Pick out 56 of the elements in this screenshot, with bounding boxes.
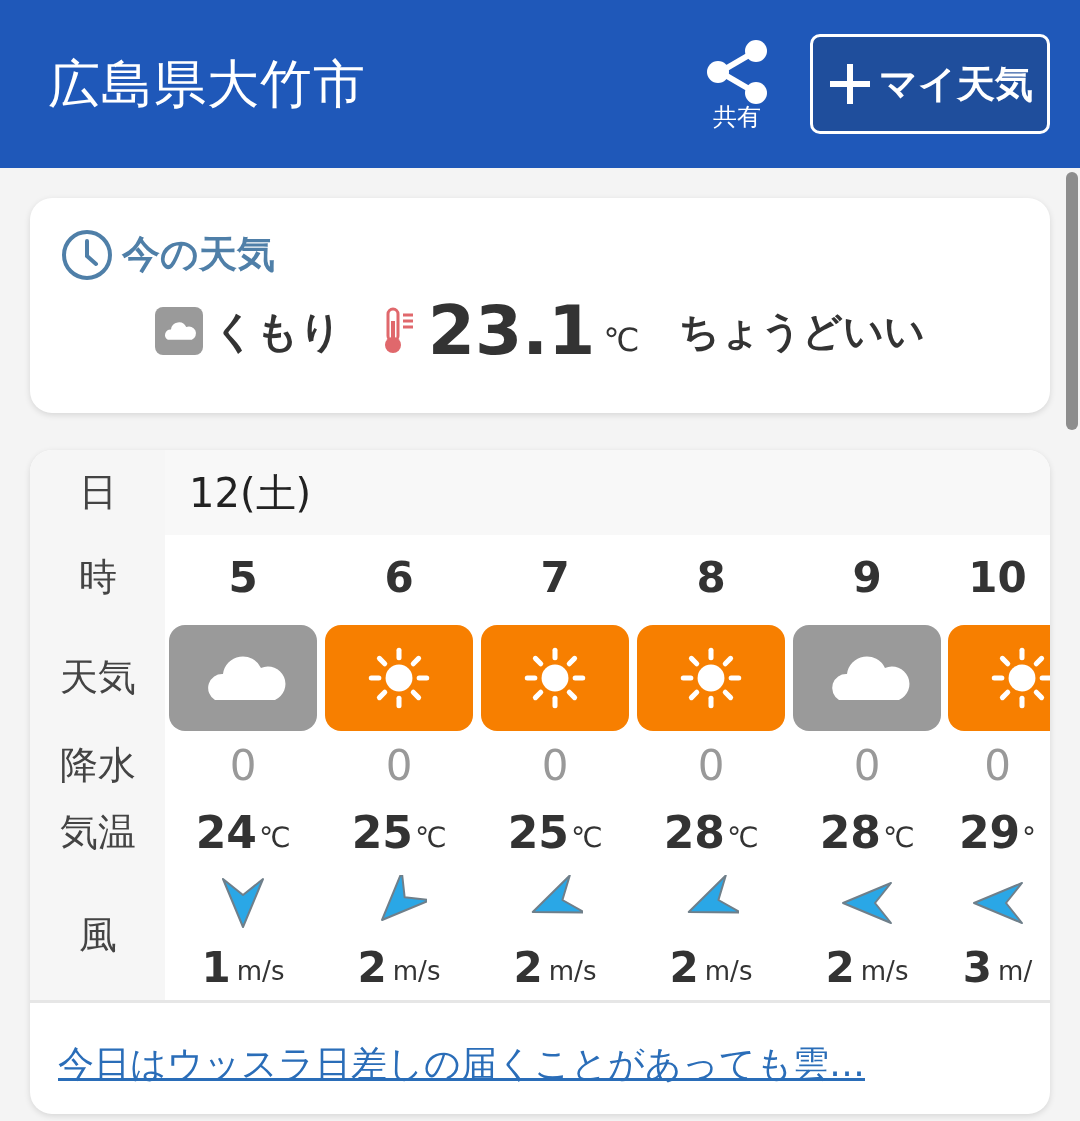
temperature-unit: ℃ xyxy=(726,819,759,856)
precipitation-value: 0 xyxy=(984,739,1011,792)
hour-label: 9 xyxy=(852,552,882,604)
temperature-unit: ° xyxy=(1022,819,1037,856)
page-title: 広島県大竹市 xyxy=(48,53,366,116)
precipitation-value: 0 xyxy=(853,739,881,792)
hour-label: 8 xyxy=(696,552,726,604)
row-label: 天気 xyxy=(58,654,137,701)
add-my-weather-button[interactable]: マイ天気 xyxy=(810,34,1050,134)
temperature-unit: ℃ xyxy=(414,819,447,856)
share-icon xyxy=(704,39,770,105)
wind-speed-unit: m/s xyxy=(704,955,753,988)
wind-speed-value: 1 xyxy=(201,942,231,994)
temperature-value: 28 xyxy=(819,805,881,860)
comfort-comment: ちょうどいい xyxy=(679,307,926,356)
row-label: 時 xyxy=(77,554,118,601)
temperature-unit: ℃ xyxy=(570,819,603,856)
wind-speed-unit: m/s xyxy=(392,955,441,988)
wind-speed-unit: m/s xyxy=(236,955,285,988)
precipitation-value: 0 xyxy=(541,739,569,792)
precipitation-value: 0 xyxy=(385,739,413,792)
wind-speed-value: 3 xyxy=(962,942,993,994)
wind-speed-value: 2 xyxy=(513,942,543,994)
temperature-unit: ℃ xyxy=(882,819,915,856)
scrollbar-thumb[interactable] xyxy=(1066,172,1078,430)
plus-icon xyxy=(827,61,873,107)
wind-speed-unit: m/ xyxy=(998,955,1033,988)
temperature-value: 29 xyxy=(958,805,1021,860)
hour-label: 10 xyxy=(968,552,1027,604)
wind-speed-value: 2 xyxy=(357,942,387,994)
wind-speed-unit: m/s xyxy=(860,955,909,988)
hour-label: 5 xyxy=(228,552,258,604)
row-label: 日 xyxy=(77,469,118,516)
temperature-value: 23.1 xyxy=(427,297,596,365)
temperature-value: 25 xyxy=(507,805,569,860)
weather-condition: くもり xyxy=(212,305,342,358)
row-label: 風 xyxy=(77,911,118,959)
hour-label: 6 xyxy=(384,552,414,604)
date-label: 12(土) xyxy=(165,450,1050,535)
clock-icon xyxy=(60,227,114,282)
section-heading: 今の天気 xyxy=(122,231,275,278)
temperature-value: 24 xyxy=(195,805,257,860)
forecast-summary-link[interactable]: 今日はウッスラ日差しの届くことがあっても雲… xyxy=(58,1043,865,1084)
temperature-value: 25 xyxy=(351,805,413,860)
wind-speed-unit: m/s xyxy=(548,955,597,988)
temperature-unit: ℃ xyxy=(258,819,291,856)
row-label: 降水 xyxy=(58,741,137,789)
share-button[interactable]: 共有 xyxy=(704,39,770,129)
precipitation-value: 0 xyxy=(229,739,257,792)
wind-speed-value: 2 xyxy=(825,942,855,994)
precipitation-value: 0 xyxy=(697,739,725,792)
temperature-unit: ℃ xyxy=(603,320,640,361)
temperature-value: 28 xyxy=(663,805,725,860)
row-label: 気温 xyxy=(58,809,137,856)
wind-speed-value: 2 xyxy=(669,942,699,994)
hour-label: 7 xyxy=(540,552,570,604)
